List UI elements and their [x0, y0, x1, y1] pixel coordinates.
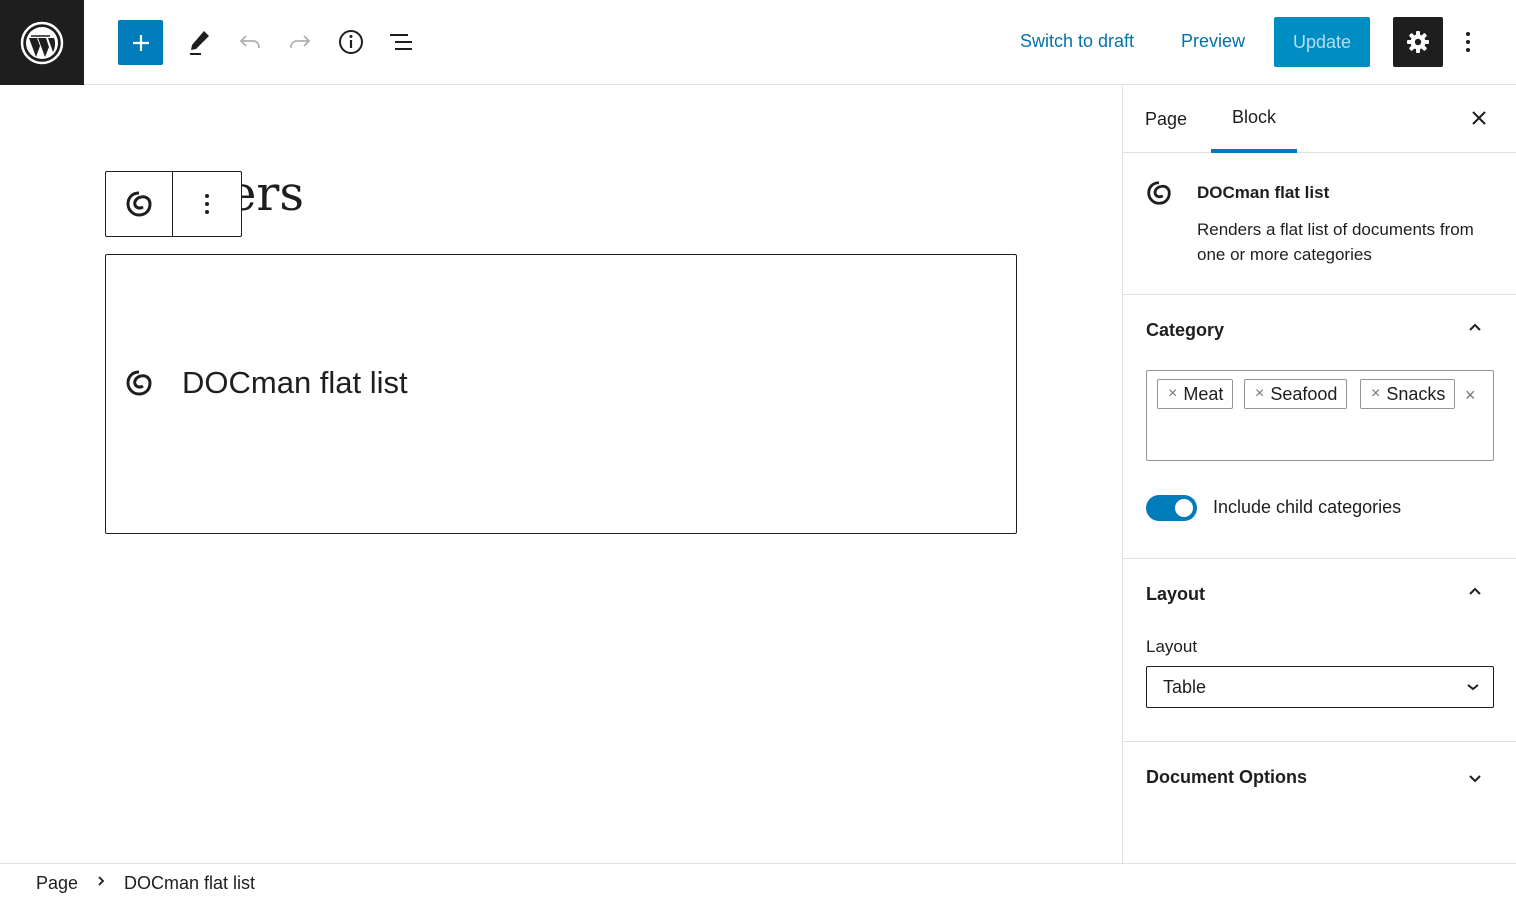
- list-view-icon: [390, 34, 412, 50]
- pencil-icon: [190, 31, 209, 55]
- vertical-dots-icon: [1466, 32, 1470, 52]
- breadcrumb-item-page[interactable]: Page: [36, 873, 78, 894]
- wordpress-logo-button[interactable]: [0, 0, 84, 85]
- block-card: DOCman flat list Renders a flat list of …: [1123, 153, 1516, 295]
- undo-icon: [239, 35, 260, 49]
- plus-icon: [132, 34, 149, 51]
- chevron-down-icon: [1469, 775, 1481, 783]
- category-token: × Snacks: [1360, 379, 1456, 409]
- chevron-down-icon: [1467, 684, 1479, 691]
- layout-select[interactable]: Table: [1146, 666, 1494, 708]
- include-child-categories-label: Include child categories: [1213, 497, 1402, 517]
- layout-panel-toggle[interactable]: Layout: [1146, 584, 1205, 605]
- block-card-description: Renders a flat list of documents from on…: [1197, 220, 1474, 264]
- remove-token-button[interactable]: ×: [1371, 385, 1380, 403]
- preview-button[interactable]: Preview: [1181, 31, 1245, 52]
- close-icon: [1472, 111, 1486, 125]
- block-placeholder-title: DOCman flat list: [182, 365, 408, 400]
- settings-sidebar: Page Block DOCman flat list Renders a fl…: [1122, 86, 1516, 863]
- token-label: Meat: [1183, 383, 1224, 404]
- remove-token-button[interactable]: ×: [1168, 385, 1177, 403]
- breadcrumb-item-block[interactable]: DOCman flat list: [124, 873, 255, 894]
- redo-button[interactable]: [280, 22, 320, 62]
- block-toolbar: [105, 171, 242, 237]
- document-options-panel: Document Options: [1123, 742, 1516, 822]
- tab-block[interactable]: Block: [1211, 86, 1298, 153]
- update-button[interactable]: Update: [1274, 17, 1370, 67]
- docman-icon: [126, 191, 152, 217]
- document-options-panel-toggle[interactable]: Document Options: [1146, 767, 1307, 788]
- layout-collapse-button[interactable]: [1463, 580, 1487, 604]
- add-block-button[interactable]: [118, 20, 163, 65]
- layout-panel: Layout Layout Table: [1123, 559, 1516, 742]
- editor-header: Switch to draft Preview Update: [0, 0, 1516, 85]
- settings-button[interactable]: [1393, 17, 1443, 67]
- tools-button[interactable]: [179, 22, 219, 62]
- undo-button[interactable]: [230, 22, 270, 62]
- document-options-expand-button[interactable]: [1463, 766, 1487, 790]
- block-options-button[interactable]: [173, 172, 241, 236]
- block-breadcrumb: Page DOCman flat list: [0, 863, 1516, 898]
- details-button[interactable]: [331, 22, 371, 62]
- chevron-up-icon: [1469, 587, 1481, 595]
- docman-block[interactable]: DOCman flat list: [105, 254, 1017, 534]
- remove-token-button[interactable]: ×: [1255, 385, 1264, 403]
- tab-page[interactable]: Page: [1145, 86, 1187, 153]
- sidebar-tabs: Page Block: [1123, 86, 1516, 153]
- options-button[interactable]: [1452, 22, 1484, 62]
- toggle-knob: [1175, 499, 1193, 517]
- clear-all-button[interactable]: ×: [1465, 385, 1476, 406]
- category-collapse-button[interactable]: [1463, 316, 1487, 340]
- block-type-button[interactable]: [106, 172, 173, 236]
- layout-select-value: Table: [1163, 676, 1207, 697]
- editor-canvas[interactable]: ers DOCman flat list: [0, 86, 1122, 863]
- docman-icon: [1147, 181, 1171, 205]
- category-token: × Seafood: [1244, 379, 1348, 409]
- switch-to-draft-button[interactable]: Switch to draft: [1020, 31, 1134, 52]
- category-token-field[interactable]: × Meat × Seafood × Snacks ×: [1146, 370, 1494, 461]
- include-child-categories-toggle[interactable]: [1146, 495, 1197, 521]
- info-icon: [339, 30, 363, 54]
- wordpress-logo-icon: [20, 21, 64, 64]
- layout-field-label: Layout: [1146, 637, 1198, 656]
- list-view-button[interactable]: [381, 22, 421, 62]
- category-token: × Meat: [1157, 379, 1234, 409]
- block-card-title: DOCman flat list: [1197, 183, 1330, 202]
- close-sidebar-button[interactable]: [1461, 100, 1497, 136]
- token-label: Snacks: [1386, 383, 1446, 404]
- gear-icon: [1407, 31, 1429, 53]
- vertical-dots-icon: [205, 194, 209, 214]
- redo-icon: [290, 35, 311, 49]
- chevron-up-icon: [1469, 323, 1481, 331]
- block-card-icon-wrap: [1145, 179, 1173, 212]
- category-panel-toggle[interactable]: Category: [1146, 320, 1224, 341]
- block-placeholder: DOCman flat list: [124, 365, 408, 401]
- chevron-right-icon: [98, 876, 105, 886]
- docman-icon: [126, 370, 152, 396]
- token-label: Seafood: [1270, 383, 1338, 404]
